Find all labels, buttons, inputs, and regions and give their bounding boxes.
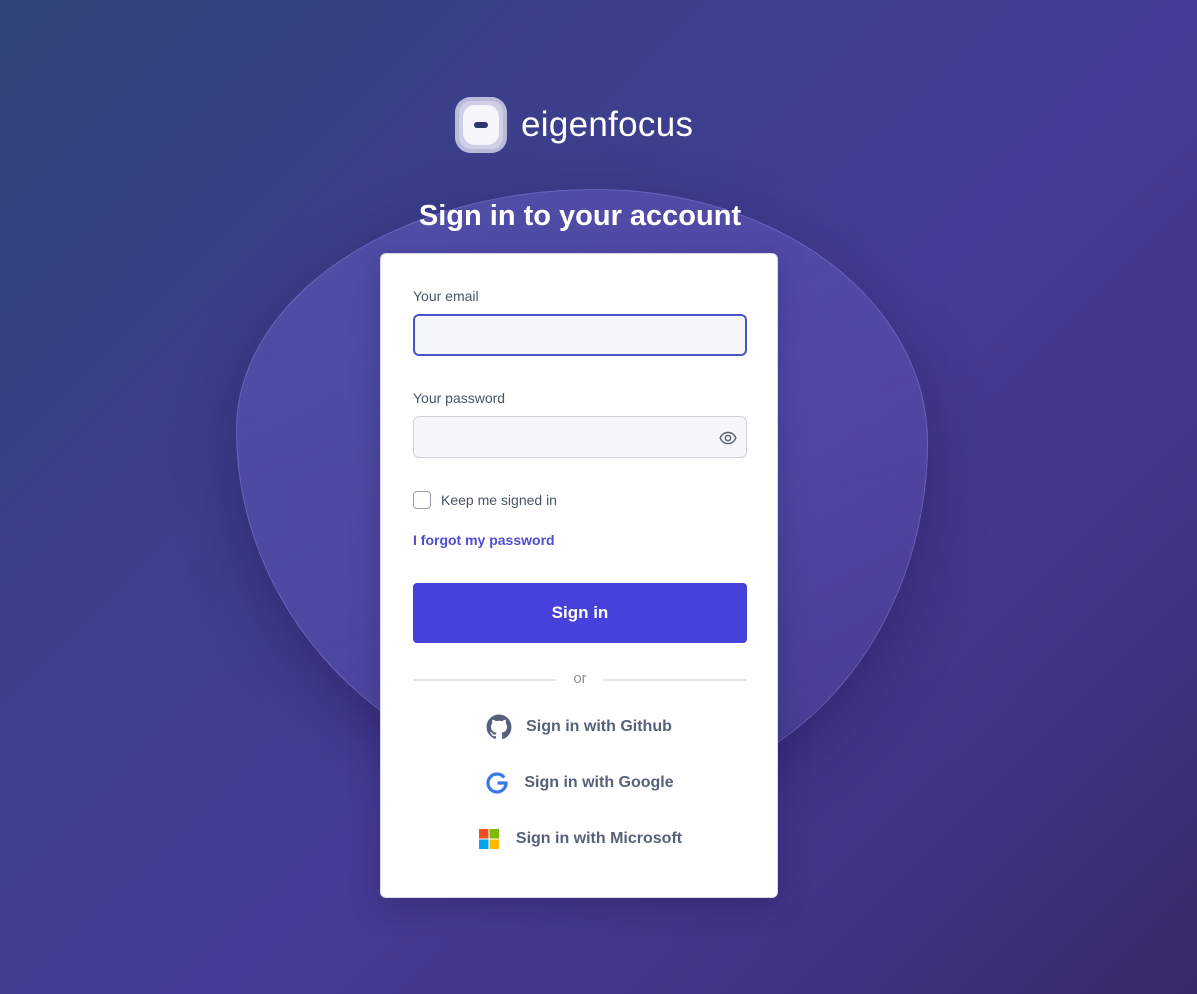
sign-in-button[interactable]: Sign in [413, 583, 747, 643]
forgot-password-link[interactable]: I forgot my password [413, 532, 555, 548]
sign-in-github-button[interactable]: Sign in with Github [381, 709, 777, 745]
page-title: Sign in to your account [418, 200, 742, 232]
brand: eigenfocus [455, 97, 693, 153]
github-label: Sign in with Github [526, 718, 672, 735]
github-icon [486, 714, 512, 740]
keep-signed-in-label[interactable]: Keep me signed in [441, 492, 557, 508]
email-label: Your email [413, 288, 479, 304]
sign-in-google-button[interactable]: Sign in with Google [381, 765, 777, 801]
email-field[interactable] [413, 314, 747, 356]
login-card: Your email Your password Keep me signed … [380, 253, 778, 898]
divider-or: or [573, 670, 587, 687]
microsoft-label: Sign in with Microsoft [515, 830, 683, 847]
password-label: Your password [413, 390, 506, 406]
keep-signed-in-checkbox[interactable] [413, 491, 431, 509]
password-field[interactable] [413, 416, 747, 458]
brand-name: eigenfocus [521, 105, 694, 144]
microsoft-icon [476, 826, 502, 852]
sign-in-microsoft-button[interactable]: Sign in with Microsoft [381, 821, 777, 857]
divider-line-left [413, 679, 556, 681]
eigenfocus-logo-icon [455, 97, 507, 153]
divider-line-right [603, 679, 747, 681]
google-label: Sign in with Google [524, 774, 674, 791]
google-icon [484, 770, 510, 796]
show-password-eye-icon[interactable] [719, 429, 737, 447]
